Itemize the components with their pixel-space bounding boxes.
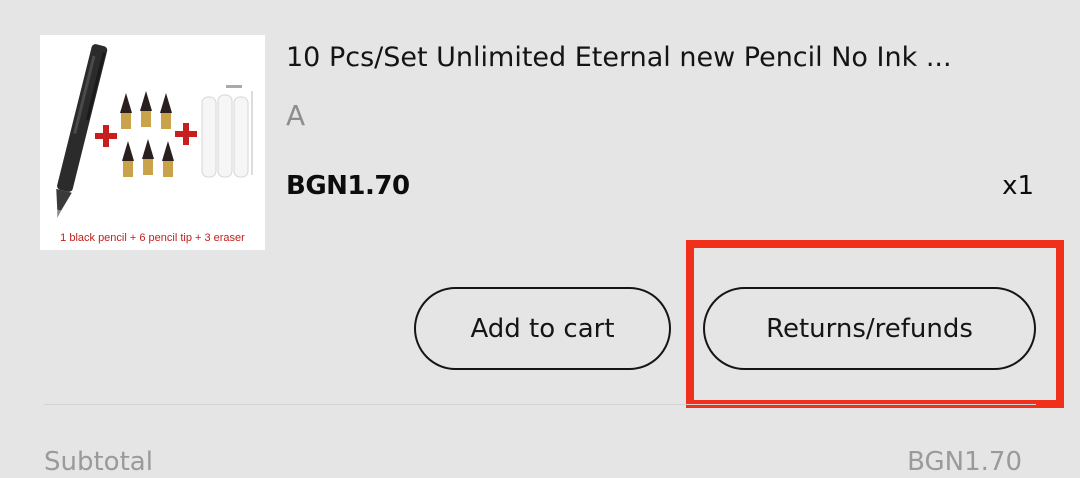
subtotal-value: BGN1.70 <box>907 447 1022 477</box>
subtotal-label: Subtotal <box>44 447 153 477</box>
product-variant: A <box>286 99 306 132</box>
product-price: BGN1.70 <box>286 171 410 201</box>
product-quantity: x1 <box>1002 171 1034 201</box>
divider <box>44 404 1036 405</box>
image-caption: 1 black pencil + 6 pencil tip + 3 eraser <box>60 232 245 244</box>
pencil-set-illustration <box>56 44 253 218</box>
product-image[interactable]: 1 black pencil + 6 pencil tip + 3 eraser <box>40 35 265 250</box>
product-title[interactable]: 10 Pcs/Set Unlimited Eternal new Pencil … <box>286 40 1046 76</box>
returns-refunds-button[interactable]: Returns/refunds <box>703 287 1036 370</box>
add-to-cart-button[interactable]: Add to cart <box>414 287 671 370</box>
